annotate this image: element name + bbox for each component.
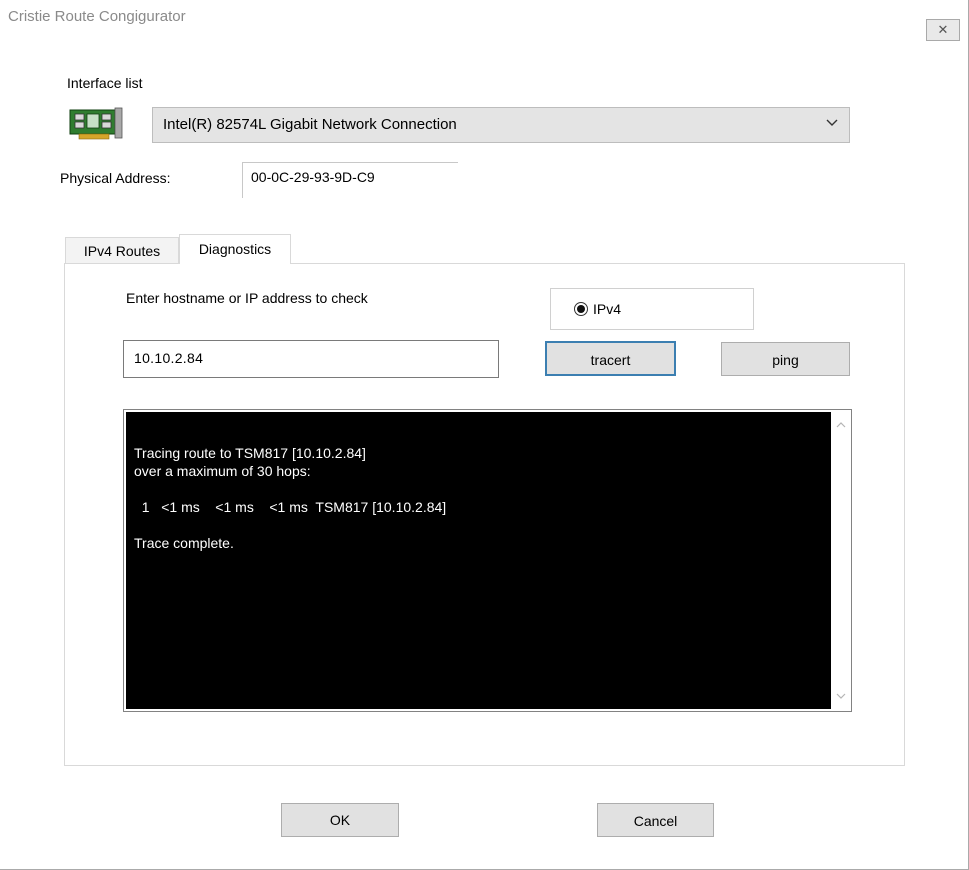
ipv4-radio[interactable] [574, 302, 588, 316]
title-bar[interactable]: Cristie Route Congigurator [0, 0, 968, 32]
host-input-value: 10.10.2.84 [134, 350, 204, 366]
output-line: over a maximum of 30 hops: [134, 463, 311, 479]
physical-address-value: 00-0C-29-93-9D-C9 [251, 169, 375, 185]
host-prompt-label: Enter hostname or IP address to check [126, 290, 368, 306]
output-text: Tracing route to TSM817 [10.10.2.84] ove… [126, 412, 831, 709]
host-input[interactable]: 10.10.2.84 [123, 340, 499, 378]
scroll-down-icon[interactable] [836, 691, 846, 701]
ping-button[interactable]: ping [721, 342, 850, 376]
output-line: Tracing route to TSM817 [10.10.2.84] [134, 445, 366, 461]
interface-select[interactable]: Intel(R) 82574L Gigabit Network Connecti… [152, 107, 850, 143]
physical-address-label: Physical Address: [60, 170, 171, 186]
interface-select-value: Intel(R) 82574L Gigabit Network Connecti… [163, 116, 457, 133]
close-icon: ✕ [937, 22, 949, 38]
scroll-up-icon[interactable] [836, 420, 846, 430]
output-console[interactable]: Tracing route to TSM817 [10.10.2.84] ove… [123, 409, 852, 712]
network-card-icon [69, 107, 123, 140]
tab-ipv4-routes[interactable]: IPv4 Routes [65, 237, 179, 263]
output-line: 1 <1 ms <1 ms <1 ms TSM817 [10.10.2.84] [134, 499, 447, 515]
route-configurator-window: Cristie Route Congigurator ✕ Interface l… [0, 0, 969, 870]
interface-list-label: Interface list [67, 75, 143, 91]
output-line: Trace complete. [134, 535, 234, 551]
ok-button[interactable]: OK [281, 803, 399, 837]
radio-selected-dot [577, 305, 585, 313]
close-button[interactable]: ✕ [926, 19, 960, 41]
tracert-button[interactable]: tracert [545, 341, 676, 376]
chevron-down-icon [826, 119, 838, 126]
window-title: Cristie Route Congigurator [8, 8, 186, 25]
output-scrollbar[interactable] [832, 412, 850, 709]
cancel-button[interactable]: Cancel [597, 803, 714, 837]
tab-diagnostics[interactable]: Diagnostics [179, 234, 291, 264]
ipv4-radio-label[interactable]: IPv4 [593, 301, 621, 317]
physical-address-field: 00-0C-29-93-9D-C9 [242, 162, 458, 198]
